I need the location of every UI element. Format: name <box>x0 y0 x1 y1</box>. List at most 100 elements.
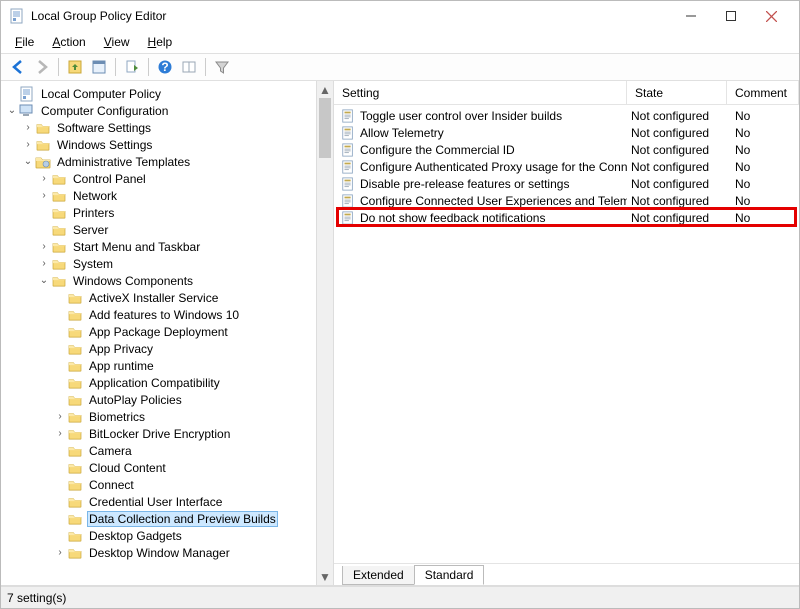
tree-windows-components[interactable]: ⌄Windows Components <box>5 272 316 289</box>
tree-control-panel[interactable]: › Control Panel <box>5 170 316 187</box>
expander-icon[interactable]: › <box>53 547 67 558</box>
tree-item-label: Biometrics <box>87 410 147 424</box>
tree-item-label: Connect <box>87 478 136 492</box>
menu-action[interactable]: Action <box>44 33 93 51</box>
folder-icon <box>67 392 83 408</box>
app-icon <box>9 8 25 24</box>
setting-name: Disable pre-release features or settings <box>360 177 627 191</box>
export-button[interactable] <box>121 56 143 78</box>
tree-view[interactable]: Local Computer Policy⌄Computer Configura… <box>1 81 316 585</box>
expander-icon[interactable]: ⌄ <box>21 156 35 167</box>
setting-icon <box>340 176 356 192</box>
tree-software-settings[interactable]: ›Software Settings <box>5 119 316 136</box>
expander-icon[interactable]: › <box>53 428 67 439</box>
tab-extended[interactable]: Extended <box>342 566 415 585</box>
menu-file[interactable]: File <box>7 33 42 51</box>
up-button[interactable] <box>64 56 86 78</box>
tree-item-label: App Package Deployment <box>87 325 230 339</box>
folder-icon <box>51 205 67 221</box>
expander-icon[interactable]: › <box>37 173 51 184</box>
expander-icon[interactable]: ⌄ <box>5 105 19 116</box>
setting-row[interactable]: Configure Connected User Experiences and… <box>334 192 799 209</box>
back-button[interactable] <box>7 56 29 78</box>
tree-item-label: App runtime <box>87 359 156 373</box>
tree-wc-item[interactable]: Credential User Interface <box>5 493 316 510</box>
column-state[interactable]: State <box>627 81 727 104</box>
expander-icon[interactable]: › <box>53 411 67 422</box>
tree-root[interactable]: Local Computer Policy <box>5 85 316 102</box>
setting-name: Configure Authenticated Proxy usage for … <box>360 160 627 174</box>
tree-wc-item[interactable]: ›Desktop Window Manager <box>5 544 316 561</box>
setting-row[interactable]: Allow TelemetryNot configuredNo <box>334 124 799 141</box>
policy-root-icon <box>19 86 35 102</box>
setting-comment: No <box>727 177 799 191</box>
column-setting[interactable]: Setting <box>334 81 627 104</box>
folder-icon <box>67 409 83 425</box>
column-comment[interactable]: Comment <box>727 81 799 104</box>
help-button[interactable] <box>154 56 176 78</box>
tree-item-label: App Privacy <box>87 342 155 356</box>
expander-icon[interactable]: › <box>21 122 35 133</box>
tree-windows-settings[interactable]: ›Windows Settings <box>5 136 316 153</box>
scroll-down-icon[interactable]: ▼ <box>317 568 333 585</box>
tree-wc-item[interactable]: Desktop Gadgets <box>5 527 316 544</box>
tree-printers[interactable]: Printers <box>5 204 316 221</box>
tree-server[interactable]: Server <box>5 221 316 238</box>
tree-wc-item[interactable]: Cloud Content <box>5 459 316 476</box>
scroll-thumb[interactable] <box>319 98 331 158</box>
tree-wc-item[interactable]: Application Compatibility <box>5 374 316 391</box>
scroll-up-icon[interactable]: ▲ <box>317 81 333 98</box>
tree-wc-item[interactable]: Connect <box>5 476 316 493</box>
tree-wc-item[interactable]: App Package Deployment <box>5 323 316 340</box>
tree-item-label: Application Compatibility <box>87 376 222 390</box>
setting-comment: No <box>727 109 799 123</box>
minimize-button[interactable] <box>671 2 711 30</box>
toolbar <box>1 53 799 81</box>
tree-wc-item[interactable]: Camera <box>5 442 316 459</box>
filter-button[interactable] <box>211 56 233 78</box>
tree-wc-item[interactable]: Add features to Windows 10 <box>5 306 316 323</box>
menu-view[interactable]: View <box>96 33 138 51</box>
tree-admin-templates[interactable]: ⌄Administrative Templates <box>5 153 316 170</box>
expander-icon[interactable]: › <box>37 190 51 201</box>
tree-computer-configuration[interactable]: ⌄Computer Configuration <box>5 102 316 119</box>
setting-row[interactable]: Disable pre-release features or settings… <box>334 175 799 192</box>
setting-row[interactable]: Toggle user control over Insider buildsN… <box>334 107 799 124</box>
tree-wc-item[interactable]: AutoPlay Policies <box>5 391 316 408</box>
tree-network[interactable]: ›Network <box>5 187 316 204</box>
tree-start-menu[interactable]: ›Start Menu and Taskbar <box>5 238 316 255</box>
maximize-button[interactable] <box>711 2 751 30</box>
setting-state: Not configured <box>627 177 727 191</box>
folder-icon <box>67 358 83 374</box>
tree-item-label: AutoPlay Policies <box>87 393 184 407</box>
setting-comment: No <box>727 194 799 208</box>
tab-standard[interactable]: Standard <box>414 565 485 585</box>
setting-name: Do not show feedback notifications <box>360 211 627 225</box>
properties-button[interactable] <box>88 56 110 78</box>
setting-row[interactable]: Do not show feedback notificationsNot co… <box>334 209 799 226</box>
expander-icon[interactable]: › <box>37 258 51 269</box>
expander-icon[interactable]: › <box>37 241 51 252</box>
computer-icon <box>19 103 35 119</box>
tree-item-label: Data Collection and Preview Builds <box>87 511 278 527</box>
expander-icon[interactable]: ⌄ <box>37 275 51 286</box>
tree-wc-item[interactable]: App runtime <box>5 357 316 374</box>
expander-icon[interactable]: › <box>21 139 35 150</box>
tree-wc-item[interactable]: Data Collection and Preview Builds <box>5 510 316 527</box>
tree-wc-item[interactable]: App Privacy <box>5 340 316 357</box>
tree-system[interactable]: ›System <box>5 255 316 272</box>
close-button[interactable] <box>751 2 791 30</box>
folder-icon <box>67 375 83 391</box>
tree-wc-item[interactable]: ›BitLocker Drive Encryption <box>5 425 316 442</box>
tree-wc-item[interactable]: › Biometrics <box>5 408 316 425</box>
setting-icon <box>340 108 356 124</box>
setting-row[interactable]: Configure Authenticated Proxy usage for … <box>334 158 799 175</box>
tree-item-label: Control Panel <box>71 172 148 186</box>
setting-row[interactable]: Configure the Commercial IDNot configure… <box>334 141 799 158</box>
forward-button[interactable] <box>31 56 53 78</box>
pane-button[interactable] <box>178 56 200 78</box>
tree-wc-item[interactable]: ActiveX Installer Service <box>5 289 316 306</box>
tree-scrollbar[interactable]: ▲ ▼ <box>316 81 333 585</box>
menu-help[interactable]: Help <box>140 33 181 51</box>
tree-item-label: Desktop Gadgets <box>87 529 184 543</box>
